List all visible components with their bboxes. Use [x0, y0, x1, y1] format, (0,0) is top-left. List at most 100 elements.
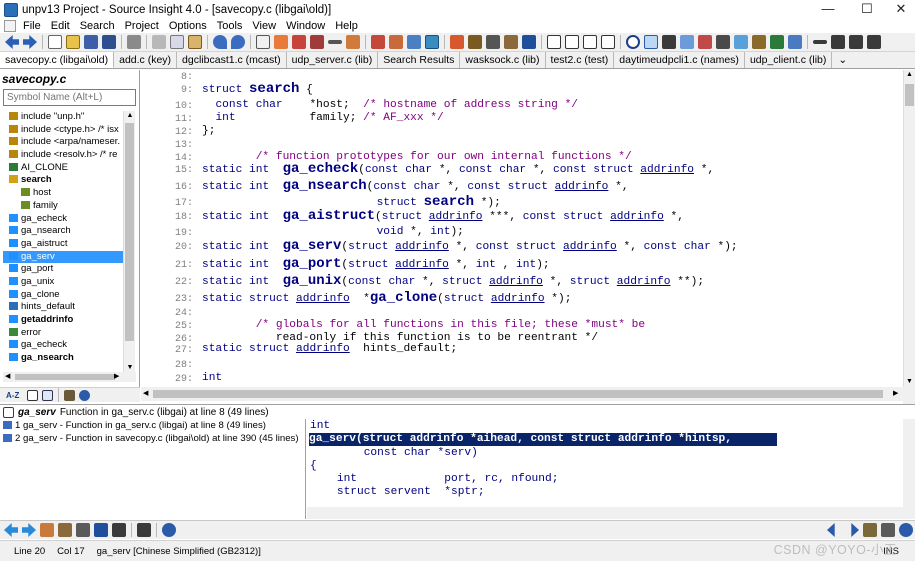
minus-icon[interactable]	[813, 40, 827, 44]
symbol-list-item[interactable]: include "unp.h"	[3, 111, 123, 124]
bookmark-list-icon[interactable]	[407, 35, 421, 49]
source-editor[interactable]: 8: 9: 10: 11: 12: 13: 14: 15: 16: 17: 18: 19: 20: 21:…	[141, 70, 903, 387]
menu-view[interactable]: View	[247, 19, 281, 33]
new-file-icon[interactable]	[48, 35, 62, 49]
code-line[interactable]: static struct addrinfo *ga_clone(struct …	[202, 291, 571, 306]
find-prev-icon[interactable]	[292, 35, 306, 49]
code-line[interactable]: const char *host; /* hostname of address…	[202, 99, 578, 112]
list-item[interactable]: 2 ga_serv - Function in savecopy.c (libg…	[0, 432, 305, 445]
sort-az-icon[interactable]: A-Z	[6, 391, 19, 400]
copy-icon[interactable]	[170, 35, 184, 49]
menu-project[interactable]: Project	[120, 19, 164, 33]
tree-icon[interactable]	[770, 35, 784, 49]
cut-icon[interactable]	[152, 35, 166, 49]
relation-icon[interactable]	[522, 35, 536, 49]
tab-dgclibcast1[interactable]: dgclibcast1.c (mcast)	[177, 52, 287, 68]
project-icon[interactable]	[698, 35, 712, 49]
symbol-list-item[interactable]: ga_unix	[3, 276, 123, 289]
code-line[interactable]: static int ga_echeck(const char *, const…	[202, 162, 714, 177]
code-line[interactable]: static int ga_port(struct addrinfo *, in…	[202, 257, 550, 272]
scroll-thumb[interactable]	[125, 123, 134, 341]
list-view-icon[interactable]	[27, 389, 39, 401]
bookmark-icon[interactable]	[58, 523, 72, 537]
menu-search[interactable]: Search	[75, 19, 120, 33]
symbol-icon[interactable]	[76, 523, 90, 537]
symbol-list-item[interactable]: ga_nsearch	[3, 352, 123, 365]
symbol-list-item[interactable]: hints_default	[3, 301, 123, 314]
context-hscrollbar[interactable]	[307, 507, 903, 519]
symbol-list-item[interactable]: ga_nsearch	[3, 225, 123, 238]
open-folder-icon[interactable]	[66, 35, 80, 49]
code-line[interactable]: static int ga_serv(struct addrinfo *, co…	[202, 239, 738, 254]
dock-icon[interactable]	[734, 35, 748, 49]
settings-icon[interactable]	[899, 523, 913, 537]
editor-hscroll-thumb[interactable]	[153, 390, 883, 398]
editor-scroll-thumb[interactable]	[905, 84, 914, 106]
relation-icon[interactable]	[94, 523, 108, 537]
redo-icon[interactable]	[231, 35, 245, 49]
symbol-search-input[interactable]	[3, 89, 136, 106]
lock-icon[interactable]	[137, 523, 151, 537]
tab-udp-client[interactable]: udp_client.c (lib)	[745, 52, 833, 68]
print-icon[interactable]	[127, 35, 141, 49]
menu-file[interactable]: File	[18, 19, 46, 33]
settings-icon[interactable]	[79, 389, 91, 401]
editor-hscrollbar[interactable]: ◀ ▶	[141, 387, 903, 401]
overflow-icon[interactable]	[867, 35, 881, 49]
code-line[interactable]: /* globals for all functions in this fil…	[202, 319, 645, 332]
code-line[interactable]: static int ga_unix(const char *, struct …	[202, 274, 704, 289]
scroll-left-icon[interactable]: ◀	[5, 372, 13, 382]
scroll-up-icon[interactable]: ▲	[125, 111, 135, 121]
scroll-right-icon[interactable]: ▶	[114, 372, 122, 382]
bookmark-icon[interactable]	[371, 35, 385, 49]
tab-udp-server[interactable]: udp_server.c (lib)	[287, 52, 379, 68]
layout-panel-icon[interactable]	[583, 35, 597, 49]
scroll-up-icon[interactable]: ▲	[904, 70, 915, 80]
search-files-icon[interactable]	[346, 35, 360, 49]
symbol-list-item[interactable]: getaddrinfo	[3, 314, 123, 327]
tab-test2[interactable]: test2.c (test)	[546, 52, 615, 68]
back-icon[interactable]	[5, 35, 19, 49]
maximize-button[interactable]: ☐	[853, 0, 881, 19]
back-icon[interactable]	[4, 523, 18, 537]
save-icon[interactable]	[84, 35, 98, 49]
zoom-out-icon[interactable]	[849, 35, 863, 49]
symbol-list-item[interactable]: ga_echeck	[3, 339, 123, 352]
symbol-list-item[interactable]: family	[3, 200, 123, 213]
hscroll-thumb[interactable]	[15, 374, 115, 380]
symbol-list-item[interactable]: search	[3, 174, 123, 187]
book-icon[interactable]	[64, 389, 76, 401]
minimize-button[interactable]: —	[814, 0, 842, 19]
browse-icon[interactable]	[486, 35, 500, 49]
symbol-list-item[interactable]: AI_CLONE	[3, 162, 123, 175]
code-line[interactable]: static int ga_nsearch(const char *, cons…	[202, 179, 629, 194]
settings-icon[interactable]	[162, 523, 176, 537]
symbol-list-item[interactable]: host	[3, 187, 123, 200]
scroll-left-icon[interactable]: ◀	[143, 389, 151, 399]
context-vscrollbar[interactable]	[903, 419, 915, 519]
symbol-list-item[interactable]: ga_serv	[3, 250, 123, 264]
save-all-icon[interactable]	[102, 35, 116, 49]
tab-wasksock[interactable]: wasksock.c (lib)	[460, 52, 546, 68]
paste-icon[interactable]	[188, 35, 202, 49]
layout-window-icon[interactable]	[601, 35, 615, 49]
find-icon[interactable]	[256, 35, 270, 49]
code-line[interactable]: int	[202, 372, 222, 385]
highlight-icon[interactable]	[644, 35, 658, 49]
jump-icon[interactable]	[450, 35, 464, 49]
code-line[interactable]: };	[202, 125, 215, 138]
context-icon[interactable]	[626, 35, 640, 49]
editor-vscrollbar[interactable]: ▲ ▼	[903, 70, 915, 387]
symbol-list-hscrollbar[interactable]: ◀ ▶	[3, 372, 136, 382]
goto-icon[interactable]	[328, 40, 342, 44]
menu-help[interactable]: Help	[330, 19, 363, 33]
bookmark-next-icon[interactable]	[389, 35, 403, 49]
symbol-list-item[interactable]: include <arpa/nameser.	[3, 136, 123, 149]
symbol-list-item[interactable]: ga_aistruct	[3, 238, 123, 251]
jump-icon[interactable]	[40, 523, 54, 537]
forward-icon[interactable]	[23, 35, 37, 49]
symbol-icon[interactable]	[468, 35, 482, 49]
layout-split-icon[interactable]	[565, 35, 579, 49]
bird-icon[interactable]	[752, 35, 766, 49]
collapse-icon[interactable]	[680, 35, 694, 49]
